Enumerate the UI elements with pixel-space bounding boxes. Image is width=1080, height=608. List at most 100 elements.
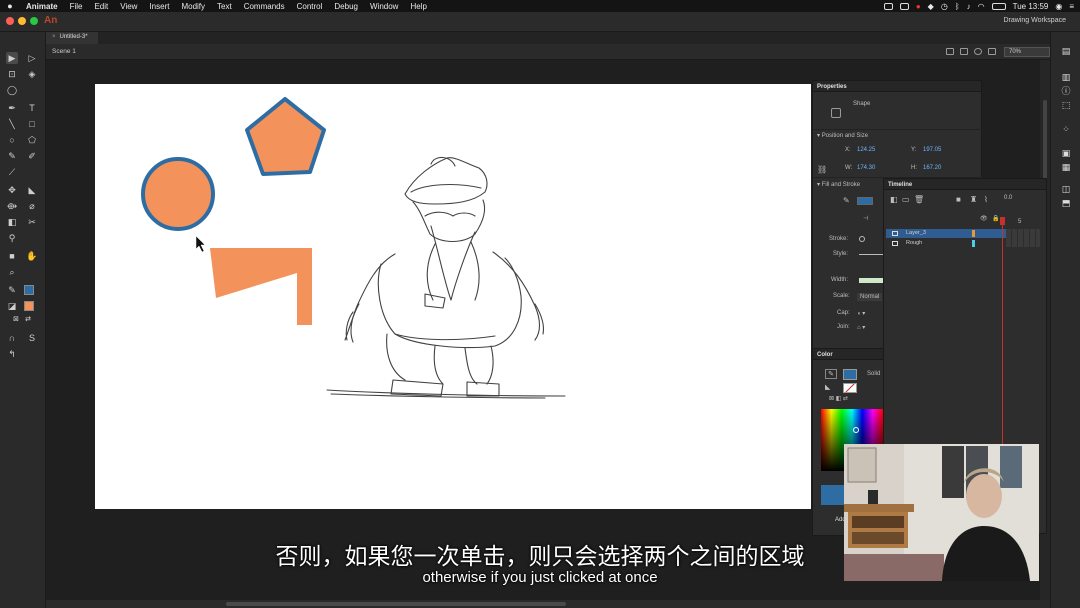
lock-all-icon[interactable]: 🔒 (992, 215, 999, 222)
volume-icon[interactable]: ♪ (967, 2, 971, 11)
parenting-icon[interactable]: ♜ (970, 195, 977, 204)
layer-row-layer3[interactable]: Layer_3 (886, 229, 1006, 238)
fill-stroke-section[interactable]: ▾ Fill and Stroke (817, 181, 860, 188)
layer-row-rough[interactable]: Rough (886, 239, 1006, 248)
color-fill-swatch[interactable] (843, 383, 857, 393)
width-profile-preview[interactable] (859, 278, 883, 283)
zoom-select[interactable]: 70% (1004, 47, 1050, 57)
close-tab-icon[interactable]: × (52, 34, 56, 40)
layer-outline-color[interactable] (972, 230, 975, 237)
3d-rotation-tool-icon[interactable]: ◈ (26, 68, 38, 80)
battery-icon[interactable] (991, 2, 1006, 10)
layer-name[interactable]: Layer_3 (906, 230, 926, 236)
menu-edit[interactable]: Edit (88, 2, 114, 11)
components-panel-icon[interactable]: ⁘ (1061, 124, 1071, 134)
subselection-tool-icon[interactable]: ▷ (26, 52, 38, 64)
eraser-tool-icon[interactable]: ◧ (6, 216, 18, 228)
paint-bucket-tool-icon[interactable]: ◣ (26, 184, 38, 196)
time-machine-icon[interactable]: ◷ (941, 2, 948, 11)
snap-magnet-icon[interactable]: ∩ (6, 332, 18, 344)
wifi-icon[interactable]: ◠ (978, 2, 985, 11)
stroke-color-chip[interactable] (857, 197, 873, 205)
menu-window[interactable]: Window (364, 2, 404, 11)
new-layer-icon[interactable]: ◧ (890, 195, 898, 204)
color-panel-title[interactable]: Color (813, 349, 883, 360)
layer-name[interactable]: Rough (906, 240, 922, 246)
menu-file[interactable]: File (64, 2, 89, 11)
new-folder-icon[interactable]: ▭ (902, 195, 910, 204)
workspace-switcher[interactable]: Drawing Workspace (1003, 17, 1066, 24)
scene-label[interactable]: Scene 1 (52, 48, 76, 55)
hand-tool-icon[interactable]: ✋ (26, 250, 38, 262)
fill-color-icon[interactable]: ◪ (6, 300, 18, 312)
black-white-icon[interactable]: ⊠ (10, 314, 22, 326)
user-icon[interactable]: ◉ (1055, 2, 1062, 11)
fill-bucket-icon[interactable]: ◣ (825, 383, 830, 391)
stroke-color-swatch[interactable] (24, 285, 34, 295)
width-value[interactable]: 174.30 (857, 165, 875, 171)
stroke-pencil-icon[interactable]: ✎ (843, 196, 850, 205)
lasso-tool-icon[interactable]: ◯ (6, 84, 18, 96)
height-value[interactable]: 167.20 (923, 165, 941, 171)
color-stroke-swatch[interactable] (843, 369, 857, 380)
center-stage-icon[interactable] (974, 48, 982, 55)
align-panel-icon[interactable]: ▥ (1061, 72, 1071, 82)
text-tool-icon[interactable]: T (26, 102, 38, 114)
apple-icon[interactable]: ● (0, 1, 20, 11)
camera-tool-icon[interactable]: ■ (6, 250, 18, 262)
fill-type-select[interactable]: Solid (867, 371, 880, 377)
clip-content-icon[interactable] (960, 48, 968, 55)
record-icon[interactable]: ● (916, 2, 921, 11)
menu-control[interactable]: Control (291, 2, 329, 11)
pin-tool-icon[interactable]: ⚲ (6, 232, 18, 244)
x-value[interactable]: 124.25 (857, 147, 875, 153)
link-dimensions-icon[interactable]: ⛓ (817, 165, 827, 174)
straighten-icon[interactable]: ↰ (6, 348, 18, 360)
cap-select[interactable]: ◖ ▾ (857, 310, 865, 317)
pencil-tool-icon[interactable]: ✎ (6, 150, 18, 162)
library-panel-icon[interactable]: ▣ (1061, 148, 1071, 158)
menu-app-name[interactable]: Animate (20, 2, 64, 11)
stage-horizontal-scrollbar[interactable] (46, 600, 1050, 608)
menu-text[interactable]: Text (211, 2, 238, 11)
rectangle-tool-icon[interactable]: □ (26, 118, 38, 130)
bone-tool-icon[interactable]: ✥ (6, 184, 18, 196)
layer-outline-color[interactable] (972, 240, 975, 247)
horizontal-scroll-thumb[interactable] (226, 602, 566, 606)
width-tool-icon[interactable]: ⟴ (6, 200, 18, 212)
line-tool-icon[interactable]: ╲ (6, 118, 18, 130)
panel-collapse-icon[interactable]: ▤ (1061, 46, 1071, 56)
history-panel-icon[interactable]: ◫ (1061, 184, 1071, 194)
stroke-style-preview[interactable] (859, 254, 883, 255)
oval-tool-icon[interactable]: ○ (6, 134, 18, 146)
asset-warp-tool-icon[interactable]: ✂ (26, 216, 38, 228)
zoom-window-button[interactable] (30, 17, 38, 25)
frame-grid[interactable] (1006, 229, 1040, 247)
close-window-button[interactable] (6, 17, 14, 25)
menu-debug[interactable]: Debug (328, 2, 364, 11)
screen-record-icon[interactable] (883, 2, 893, 10)
info-panel-icon[interactable]: ⓘ (1061, 86, 1071, 96)
swap-colors-icon[interactable]: ⇄ (22, 314, 34, 326)
menu-commands[interactable]: Commands (238, 2, 291, 11)
stroke-pencil-icon[interactable]: ✎ (825, 369, 837, 379)
stroke-slider-thumb[interactable] (859, 236, 865, 242)
fill-color-swatch[interactable] (24, 301, 34, 311)
properties-title[interactable]: Properties (813, 81, 981, 92)
transform-panel-icon[interactable]: ⬚ (1061, 100, 1071, 110)
playhead-handle[interactable] (1000, 217, 1005, 225)
bluetooth-icon[interactable]: ᛒ (955, 2, 960, 11)
clock[interactable]: Tue 13:59 (1013, 2, 1049, 11)
menu-view[interactable]: View (114, 2, 143, 11)
notification-icon[interactable]: ≡ (1069, 2, 1074, 11)
scale-select[interactable]: Normal (857, 293, 883, 301)
motion-presets-icon[interactable]: ▦ (1061, 162, 1071, 172)
show-hide-all-icon[interactable]: 👁 (980, 215, 988, 222)
camera-layer-icon[interactable]: ■ (956, 195, 961, 204)
menu-modify[interactable]: Modify (175, 2, 211, 11)
join-select[interactable]: ⌂ ▾ (857, 324, 865, 331)
edit-symbols-icon[interactable] (988, 48, 996, 55)
menu-help[interactable]: Help (404, 2, 432, 11)
zoom-tool-icon[interactable]: ⌕ (6, 266, 18, 278)
timeline-title[interactable]: Timeline (884, 179, 1046, 190)
